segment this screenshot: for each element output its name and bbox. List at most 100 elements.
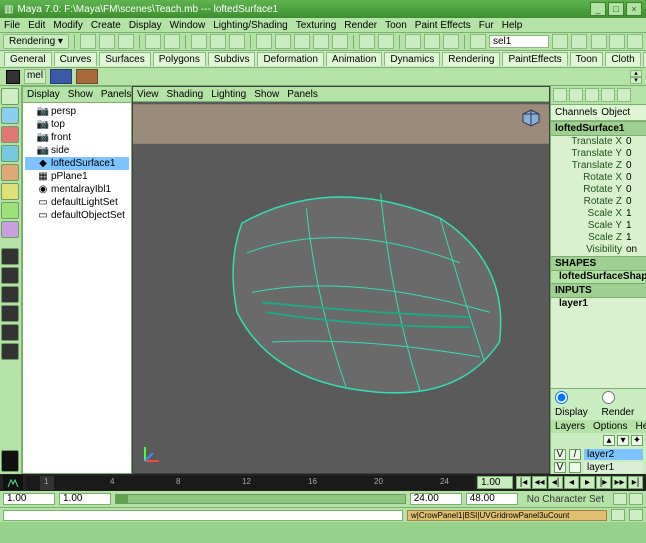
mel-tab[interactable]: mel [24, 69, 46, 84]
node-name[interactable]: loftedSurface1 [551, 121, 646, 136]
shelf-scroll-down[interactable]: ▾ [630, 77, 642, 84]
layer-display-type-toggle[interactable] [569, 462, 581, 473]
soft-mod-tool[interactable] [1, 202, 19, 219]
layer-visibility-toggle[interactable]: V [554, 449, 566, 460]
four-view-layout[interactable] [1, 343, 19, 360]
menu-modify[interactable]: Modify [53, 20, 82, 31]
menu-fur[interactable]: Fur [479, 20, 494, 31]
character-set-display[interactable]: No Character Set [522, 494, 609, 505]
menu-create[interactable]: Create [91, 20, 121, 31]
shelf-tab-dynamics[interactable]: Dynamics [384, 52, 440, 66]
viewport-menu-shading[interactable]: Shading [167, 89, 204, 99]
module-selector[interactable]: Rendering ▾ [3, 34, 69, 49]
snap-live-icon[interactable] [332, 34, 348, 49]
menu-lightingshading[interactable]: Lighting/Shading [213, 20, 288, 31]
paint-select-icon[interactable] [229, 34, 245, 49]
lasso-tool[interactable] [1, 107, 19, 124]
outliner-menu-display[interactable]: Display [27, 89, 60, 100]
auto-key-toggle[interactable] [613, 493, 627, 505]
playback-start-field[interactable]: 1.00 [59, 493, 111, 505]
shelf-script-button[interactable] [50, 69, 72, 84]
anim-start-field[interactable]: 1.00 [3, 493, 55, 505]
viewport-menu-view[interactable]: View [137, 89, 159, 99]
select-tool-icon[interactable] [191, 34, 207, 49]
outliner-item[interactable]: 📷persp [25, 105, 129, 118]
help-line-toggle[interactable] [629, 509, 643, 521]
minimize-button[interactable]: _ [590, 2, 606, 16]
attribute-editor-icon[interactable] [585, 88, 599, 102]
layer-editor-toggle-icon[interactable] [569, 88, 583, 102]
outliner-item[interactable]: ▭defaultObjectSet [25, 209, 129, 222]
shelf-script-button-2[interactable] [76, 69, 98, 84]
layer-menu-help[interactable]: Help [635, 421, 646, 432]
viewport-menu-lighting[interactable]: Lighting [211, 89, 246, 99]
menu-render[interactable]: Render [344, 20, 377, 31]
render-frame-button[interactable] [405, 34, 421, 49]
shelf-tab-polygons[interactable]: Polygons [153, 52, 206, 66]
render-settings-button[interactable] [443, 34, 459, 49]
play-forward-button[interactable]: ▸ [580, 476, 595, 489]
attr-value[interactable]: 0 [626, 184, 644, 196]
menu-painteffects[interactable]: Paint Effects [415, 20, 471, 31]
open-scene-button[interactable] [99, 34, 115, 49]
shelf-tab-curves[interactable]: Curves [54, 52, 98, 66]
tool-settings-icon[interactable] [601, 88, 615, 102]
layer-visibility-toggle[interactable]: V [554, 462, 566, 473]
menu-window[interactable]: Window [170, 20, 206, 31]
snap-point-icon[interactable] [294, 34, 310, 49]
shelf-scroll-up[interactable]: ▴ [630, 70, 642, 77]
outliner-item[interactable]: 📷top [25, 118, 129, 131]
shelf-tab-painteffects[interactable]: PaintEffects [502, 52, 567, 66]
outliner-item[interactable]: ◆loftedSurface1 [25, 157, 129, 170]
show-tool-settings[interactable] [609, 34, 625, 49]
four-pane-layout[interactable] [1, 267, 19, 284]
tab-channels[interactable]: Channels [555, 107, 597, 118]
layer-row[interactable]: V/layer2 [551, 448, 646, 461]
menu-help[interactable]: Help [502, 20, 523, 31]
anim-end-field[interactable]: 48.00 [466, 493, 518, 505]
attr-value[interactable]: 0 [626, 148, 644, 160]
scale-tool[interactable] [1, 164, 19, 181]
redo-button[interactable] [164, 34, 180, 49]
shelf-tab-cloth[interactable]: Cloth [605, 52, 640, 66]
outliner-item[interactable]: 📷front [25, 131, 129, 144]
two-pane-side-layout[interactable] [1, 286, 19, 303]
move-layer-down-icon[interactable]: ▾ [617, 435, 629, 446]
menu-texturing[interactable]: Texturing [296, 20, 337, 31]
next-key-button[interactable]: |▸ [596, 476, 611, 489]
show-attribute-editor[interactable] [591, 34, 607, 49]
time-slider[interactable]: 14812162024 1.00 |◂ ◂◂ ◂| ◂ ▸ |▸ ▸▸ ▸| [0, 474, 646, 491]
attr-value[interactable]: 0 [626, 172, 644, 184]
undo-button[interactable] [145, 34, 161, 49]
play-backward-button[interactable]: ◂ [564, 476, 579, 489]
command-line-input[interactable] [3, 510, 403, 521]
attr-value[interactable]: 1 [626, 220, 644, 232]
menu-toon[interactable]: Toon [385, 20, 407, 31]
snap-grid-icon[interactable] [256, 34, 272, 49]
save-scene-button[interactable] [118, 34, 134, 49]
shelf-tab-general[interactable]: General [4, 52, 52, 66]
anim-prefs-button[interactable] [629, 493, 643, 505]
menu-file[interactable]: File [4, 20, 20, 31]
close-button[interactable]: × [626, 2, 642, 16]
snap-plane-icon[interactable] [313, 34, 329, 49]
input-mode-icon[interactable] [470, 34, 486, 49]
outliner-item[interactable]: ▦pPlane1 [25, 170, 129, 183]
layer-menu-layers[interactable]: Layers [555, 421, 585, 432]
rotate-tool[interactable] [1, 145, 19, 162]
shelf-tab-toon[interactable]: Toon [570, 52, 604, 66]
outliner-menu-show[interactable]: Show [68, 89, 93, 100]
two-pane-stack-layout[interactable] [1, 305, 19, 322]
outliner-item[interactable]: ◉mentalrayIbl1 [25, 183, 129, 196]
quick-select-prev[interactable] [552, 34, 568, 49]
move-tool[interactable] [1, 126, 19, 143]
ipr-render-button[interactable] [424, 34, 440, 49]
layer-row[interactable]: Vlayer1 [551, 461, 646, 474]
outliner-item[interactable]: 📷side [25, 144, 129, 157]
single-pane-layout[interactable] [1, 248, 19, 265]
quick-select-field[interactable] [489, 35, 549, 48]
3d-viewport[interactable] [133, 102, 549, 473]
viewport-menu-panels[interactable]: Panels [287, 89, 318, 99]
view-cube-icon[interactable] [521, 108, 541, 128]
layer-render-mode[interactable]: Render [602, 391, 643, 418]
